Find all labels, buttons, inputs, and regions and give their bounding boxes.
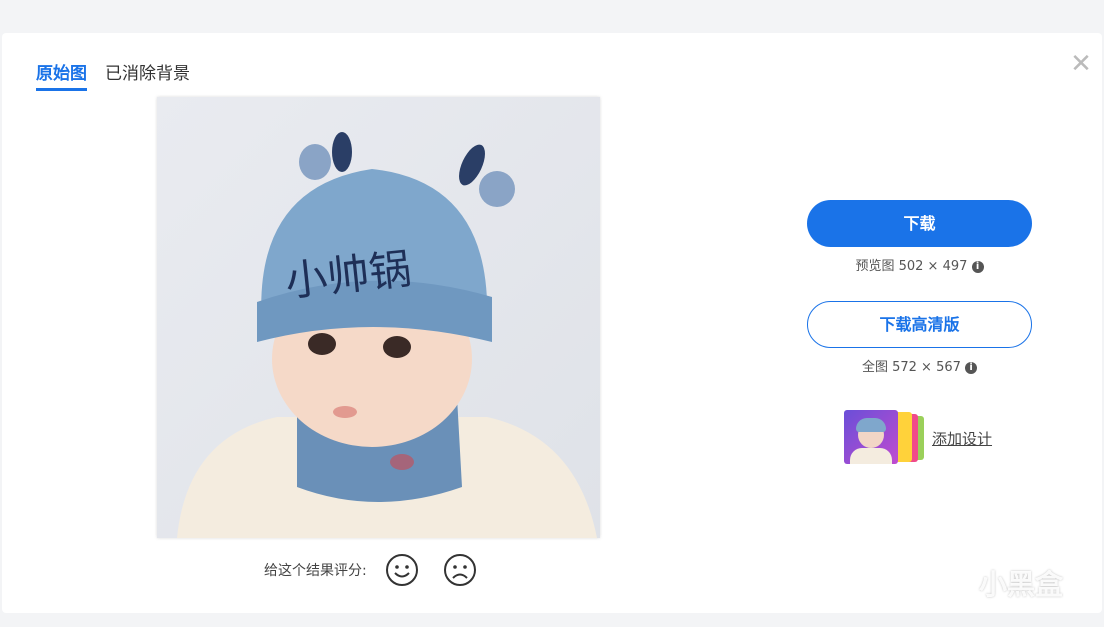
preview-size-info: 预览图 502 × 497 i [807, 255, 1032, 274]
add-design[interactable]: 添加设计 [842, 410, 992, 466]
info-icon[interactable]: i [965, 361, 978, 374]
close-icon[interactable]: ✕ [1068, 51, 1094, 77]
add-design-link[interactable]: 添加设计 [932, 428, 992, 449]
download-button[interactable]: 下载 [807, 200, 1032, 247]
full-size-info: 全图 572 × 567 i [807, 356, 1032, 375]
tab-background-removed[interactable]: 已消除背景 [105, 59, 190, 91]
preview-image: 小帅锅 [157, 97, 600, 538]
watermark: 小黑盒 [935, 563, 1063, 603]
preview-size-label: 预览图 502 × 497 [855, 259, 968, 274]
full-size-label: 全图 572 × 567 [861, 360, 961, 375]
info-icon[interactable]: i [971, 260, 984, 273]
logo-icon [938, 564, 970, 602]
smile-icon[interactable] [385, 553, 419, 587]
frown-icon[interactable] [443, 553, 477, 587]
tab-bar: 原始图 已消除背景 [36, 59, 190, 91]
download-panel: 下载 预览图 502 × 497 i 下载高清版 全图 572 × 567 i [807, 200, 1032, 375]
design-thumbnails-icon [842, 410, 928, 466]
dialog-card: 原始图 已消除背景 ✕ 小帅锅 给这个结果评分: 下载 预览图 502 × 49… [2, 33, 1102, 613]
tab-original[interactable]: 原始图 [36, 59, 87, 91]
rating-bar: 给这个结果评分: [264, 553, 477, 587]
download-hd-button[interactable]: 下载高清版 [807, 301, 1032, 348]
watermark-text: 小黑盒 [979, 568, 1064, 601]
rating-label: 给这个结果评分: [264, 563, 367, 579]
